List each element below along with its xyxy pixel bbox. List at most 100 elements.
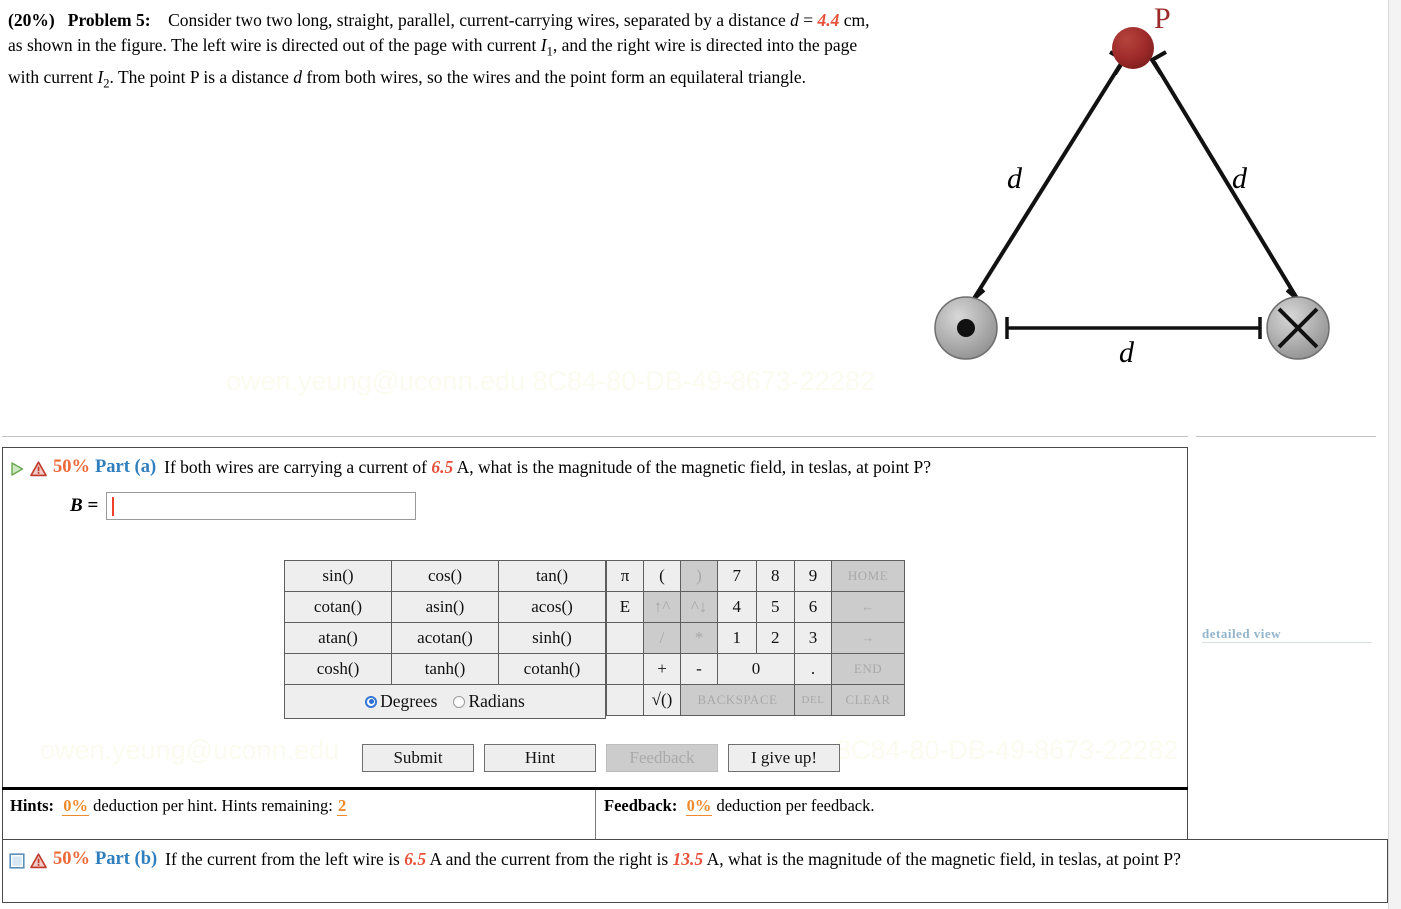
text-caret	[112, 497, 114, 516]
part-a-name: Part (a)	[95, 457, 157, 477]
key-arrow-left-icon: ←	[831, 591, 905, 623]
keypad-row: E ↑^ ^↓ 4 5 6 ←	[606, 591, 905, 623]
angle-mode-row: Degrees Radians	[284, 684, 606, 719]
key-sin[interactable]: sin()	[284, 560, 392, 592]
key-decimal-point[interactable]: .	[794, 653, 832, 685]
submit-button[interactable]: Submit	[362, 744, 474, 772]
keypad-row: √() BACKSPACE DEL CLEAR	[606, 684, 905, 716]
key-8[interactable]: 8	[755, 560, 795, 592]
key-2[interactable]: 2	[755, 622, 795, 654]
action-button-row: Submit Hint Feedback I give up!	[362, 744, 840, 772]
radio-radians[interactable]	[453, 695, 466, 708]
hints-deduction: 0%	[62, 796, 90, 816]
key-cos[interactable]: cos()	[391, 560, 499, 592]
label-radians: Radians	[468, 690, 525, 711]
key-cotan[interactable]: cotan()	[284, 591, 392, 623]
figure-point-label: P	[1154, 2, 1171, 35]
keypad-row: / * 1 2 3 →	[606, 622, 905, 654]
trig-function-table: sin() cos() tan() cotan() asin() acos() …	[284, 560, 606, 719]
key-blank	[606, 622, 644, 654]
problem-text-5: from both wires, so the wires and the po…	[302, 66, 806, 87]
key-divide: /	[643, 622, 681, 654]
key-7[interactable]: 7	[717, 560, 757, 592]
keypad-row: π ( ) 7 8 9 HOME	[606, 560, 905, 592]
part-a-answer-row: B =	[70, 492, 417, 520]
page-root: owen.yeung@uconn.edu 8C84-80-DB-49-8673-…	[0, 0, 1401, 909]
problem-statement: (20%) Problem 5: Consider two two long, …	[8, 8, 888, 96]
part-b-text: If the current from the left wire is	[165, 849, 405, 869]
key-tanh[interactable]: tanh()	[391, 653, 499, 685]
hints-feedback-bar: Hints: 0% deduction per hint. Hints rema…	[2, 787, 1188, 839]
key-exponent[interactable]: E	[606, 591, 644, 623]
answer-label: B =	[70, 495, 99, 516]
problem-var-d: d	[790, 10, 799, 30]
give-up-button[interactable]: I give up!	[728, 744, 840, 772]
key-3[interactable]: 3	[794, 622, 832, 654]
key-paren-open[interactable]: (	[643, 560, 681, 592]
key-9[interactable]: 9	[794, 560, 832, 592]
section-divider-right	[1196, 436, 1376, 437]
part-a-header: 50% Part (a) If both wires are carrying …	[9, 455, 1169, 479]
key-backspace: BACKSPACE	[680, 684, 795, 716]
key-tan[interactable]: tan()	[498, 560, 606, 592]
key-blank	[606, 653, 644, 685]
key-sqrt[interactable]: √()	[643, 684, 681, 716]
key-acotan[interactable]: acotan()	[391, 622, 499, 654]
key-cotanh[interactable]: cotanh()	[498, 653, 606, 685]
warning-triangle-icon	[30, 459, 47, 477]
key-plus[interactable]: +	[643, 653, 681, 685]
key-subscript-down-icon: ^↓	[680, 591, 718, 623]
key-5[interactable]: 5	[755, 591, 795, 623]
radio-degrees[interactable]	[365, 695, 378, 708]
trig-row: atan() acotan() sinh()	[284, 622, 606, 654]
key-end: END	[831, 653, 905, 685]
key-home: HOME	[831, 560, 905, 592]
warning-triangle-icon	[30, 851, 47, 869]
hint-button[interactable]: Hint	[484, 744, 596, 772]
key-4[interactable]: 4	[717, 591, 757, 623]
figure-side-left-label: d	[1007, 162, 1022, 195]
label-degrees: Degrees	[380, 690, 438, 711]
figure-base-label: d	[1119, 336, 1134, 369]
trig-row: sin() cos() tan()	[284, 560, 606, 592]
part-b-question: If the current from the left wire is 6.5…	[165, 847, 1181, 871]
key-atan[interactable]: atan()	[284, 622, 392, 654]
part-b-text-after: A, what is the magnitude of the magnetic…	[703, 849, 1181, 869]
key-pi[interactable]: π	[606, 560, 644, 592]
key-6[interactable]: 6	[794, 591, 832, 623]
detailed-view-link[interactable]: detailed view	[1202, 626, 1372, 643]
key-paren-close: )	[680, 560, 718, 592]
part-b-text-mid: A and the current from the right is	[426, 849, 673, 869]
calculator-keypad: sin() cos() tan() cotan() asin() acos() …	[284, 560, 905, 719]
figure-side-right-label: d	[1232, 162, 1247, 195]
section-divider	[2, 436, 1188, 437]
problem-figure: P d d d	[900, 0, 1390, 392]
triangle-diagram-svg	[934, 27, 1330, 360]
feedback-label: Feedback:	[604, 796, 678, 815]
key-asin[interactable]: asin()	[391, 591, 499, 623]
numeric-keypad-table: π ( ) 7 8 9 HOME E ↑^ ^↓ 4 5 6 ← / * 1 2…	[606, 560, 905, 716]
answer-input[interactable]	[106, 492, 417, 520]
feedback-text: deduction per feedback.	[712, 796, 875, 815]
problem-equals: =	[798, 10, 818, 30]
angle-mode-cell: Degrees Radians	[284, 684, 606, 719]
problem-label: Problem 5:	[67, 10, 151, 30]
key-1[interactable]: 1	[717, 622, 757, 654]
feedback-cell: Feedback: 0% deduction per feedback.	[595, 790, 1188, 839]
watermark-combined: owen.yeung@uconn.edu 8C84-80-DB-49-8673-…	[226, 366, 875, 396]
play-triangle-icon[interactable]	[9, 459, 25, 476]
part-a-percent: 50%	[53, 457, 90, 477]
square-collapse-icon[interactable]	[9, 851, 25, 869]
key-clear: CLEAR	[831, 684, 905, 716]
key-cosh[interactable]: cosh()	[284, 653, 392, 685]
hints-remaining: 2	[336, 796, 348, 816]
feedback-deduction: 0%	[685, 796, 713, 816]
key-0[interactable]: 0	[717, 653, 795, 685]
problem-var-d2: d	[293, 66, 303, 87]
key-acos[interactable]: acos()	[498, 591, 606, 623]
key-sinh[interactable]: sinh()	[498, 622, 606, 654]
problem-weight: (20%)	[8, 10, 55, 30]
trig-row: cotan() asin() acos()	[284, 591, 606, 623]
key-multiply: *	[680, 622, 718, 654]
key-minus[interactable]: -	[680, 653, 718, 685]
